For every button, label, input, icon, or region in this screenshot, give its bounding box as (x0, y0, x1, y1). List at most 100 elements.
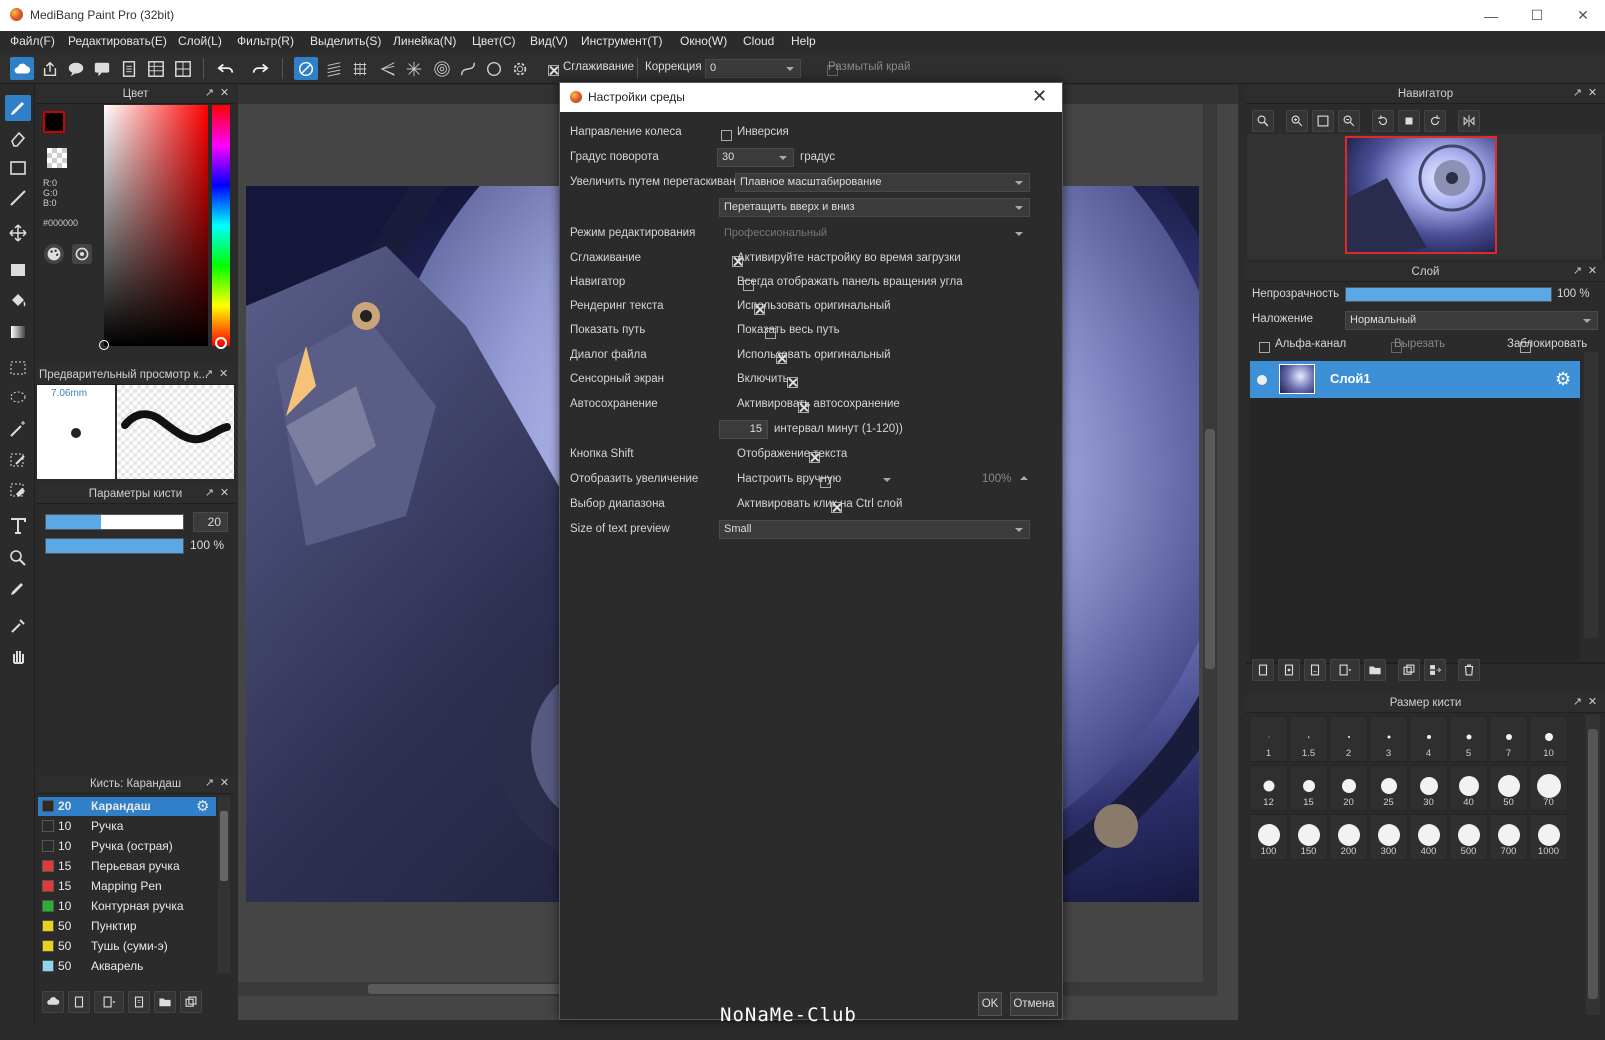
hand-tool-icon[interactable] (5, 643, 31, 669)
zoom-in-icon[interactable] (1286, 110, 1308, 132)
brush-list-scrollbar[interactable] (218, 797, 230, 973)
brush-list-item[interactable]: 50 Акварель (38, 957, 216, 976)
brush-size-cell[interactable]: 300 (1369, 814, 1408, 860)
brush-size-cell[interactable]: 3 (1369, 716, 1408, 762)
add-layer-menu-icon[interactable] (1330, 659, 1360, 681)
menu-item[interactable]: Инструмент(T) (581, 34, 663, 48)
brush-size-cell[interactable]: 5 (1449, 716, 1488, 762)
brush-tool-icon[interactable] (5, 95, 31, 121)
brush-size-cell[interactable]: 20 (1329, 765, 1368, 811)
radial-snap-icon[interactable] (402, 57, 426, 80)
parallel-snap-icon[interactable] (322, 57, 346, 80)
brush-list-item[interactable]: 10 Ручка (38, 817, 216, 836)
setting-select[interactable]: Перетащить вверх и вниз (719, 198, 1030, 217)
duplicate-layer-icon[interactable] (1398, 659, 1420, 681)
vanishing-point-icon[interactable] (376, 57, 400, 80)
layer-name[interactable]: Слой1 (1330, 371, 1371, 386)
select-pen-tool-icon[interactable] (5, 447, 31, 473)
setting-select[interactable]: Плавное масштабирование (735, 173, 1030, 192)
brush-list-item[interactable]: 10 Контурная ручка (38, 897, 216, 916)
undo-icon[interactable] (214, 57, 238, 80)
brush-size-slider[interactable] (45, 514, 184, 530)
undock-icon[interactable]: ↗ (1572, 266, 1583, 277)
brush-settings-icon[interactable] (128, 991, 150, 1013)
add-brush-menu-icon[interactable] (94, 991, 124, 1013)
close-icon[interactable]: ✕ (1587, 697, 1598, 708)
brush-size-cell[interactable]: 1000 (1529, 814, 1568, 860)
eraser-tool-icon[interactable] (5, 125, 31, 151)
correction-select[interactable]: 0 (705, 59, 801, 78)
layer-opacity-slider[interactable] (1345, 287, 1552, 302)
grid-layout-icon[interactable] (171, 57, 195, 80)
brush-size-cell[interactable]: 70 (1529, 765, 1568, 811)
lasso-tool-icon[interactable] (5, 385, 31, 411)
new-halftone-layer-icon[interactable] (1278, 659, 1300, 681)
cross-snap-icon[interactable] (348, 57, 372, 80)
curve-snap-icon[interactable] (456, 57, 480, 80)
brush-size-scrollbar[interactable] (1586, 715, 1600, 1015)
trash-icon[interactable] (1458, 659, 1480, 681)
folder-icon[interactable] (154, 991, 176, 1013)
zoom-tool-icon[interactable] (1252, 110, 1274, 132)
cancel-button[interactable]: Отмена (1010, 992, 1058, 1016)
undock-icon[interactable]: ↗ (1572, 697, 1583, 708)
undock-icon[interactable]: ↗ (204, 778, 215, 789)
brush-size-cell[interactable]: 2 (1329, 716, 1368, 762)
brush-size-cell[interactable]: 100 (1249, 814, 1288, 860)
brush-list-item[interactable]: 50 Тушь (суми-э) (38, 937, 216, 956)
chevron-up-icon[interactable] (1020, 476, 1028, 480)
brush-size-cell[interactable]: 30 (1409, 765, 1448, 811)
chevron-down-icon[interactable] (883, 478, 891, 482)
brush-size-cell[interactable]: 12 (1249, 765, 1288, 811)
rotate-left-icon[interactable] (1372, 110, 1394, 132)
cloud-icon[interactable] (10, 57, 34, 80)
new-brush-icon[interactable] (68, 991, 90, 1013)
alpha-channel-checkbox[interactable] (1259, 342, 1270, 354)
brush-list-item[interactable]: 15 Mapping Pen (38, 877, 216, 896)
hue-cursor[interactable] (215, 337, 227, 349)
brush-size-cell[interactable]: 200 (1329, 814, 1368, 860)
autosave-interval-input[interactable]: 15 (719, 420, 768, 439)
color-history-icon[interactable] (72, 244, 92, 264)
brush-size-cell[interactable]: 10 (1529, 716, 1568, 762)
brush-size-cell[interactable]: 50 (1489, 765, 1528, 811)
maximize-button[interactable]: ☐ (1514, 0, 1560, 31)
gear-icon[interactable]: ⚙ (196, 797, 209, 816)
menu-item[interactable]: Выделить(S) (310, 34, 381, 48)
brush-size-cell[interactable]: 1.5 (1289, 716, 1328, 762)
eye-icon[interactable] (1257, 375, 1267, 385)
brush-opacity-slider[interactable] (45, 538, 184, 554)
undock-icon[interactable]: ↗ (204, 88, 215, 99)
no-snap-icon[interactable] (294, 57, 318, 80)
concentric-snap-icon[interactable] (430, 57, 454, 80)
vertical-scrollbar[interactable] (1203, 104, 1217, 982)
antialias-checkbox[interactable] (548, 65, 559, 77)
gear-icon[interactable]: ⚙ (1555, 370, 1571, 388)
new-8bit-layer-icon[interactable] (1304, 659, 1326, 681)
brush-size-cell[interactable]: 7 (1489, 716, 1528, 762)
operation-tool-icon[interactable] (5, 545, 31, 571)
fill-rect-tool-icon[interactable] (5, 257, 31, 283)
menu-item[interactable]: Файл(F) (10, 34, 55, 48)
dialog-close-button[interactable]: ✕ (1032, 86, 1047, 107)
speech-bubble-icon[interactable] (64, 57, 88, 80)
brush-list-item[interactable]: 50 Пунктир (38, 917, 216, 936)
dropper-pen-tool-icon[interactable] (5, 575, 31, 601)
menu-item[interactable]: Цвет(C) (472, 34, 516, 48)
menu-item[interactable]: Линейка(N) (393, 34, 456, 48)
gradient-tool-icon[interactable] (5, 319, 31, 345)
layer-list-scrollbar[interactable] (1584, 352, 1598, 638)
ellipse-snap-icon[interactable] (482, 57, 506, 80)
ok-button[interactable]: OK (978, 992, 1002, 1016)
fit-screen-icon[interactable] (1312, 110, 1334, 132)
close-icon[interactable]: ✕ (219, 369, 230, 380)
menu-item[interactable]: Слой(L) (178, 34, 222, 48)
menu-item[interactable]: Редактировать(E) (68, 34, 167, 48)
undock-icon[interactable]: ↗ (1572, 88, 1583, 99)
cloud-brush-icon[interactable] (42, 991, 64, 1013)
eyedropper-tool-icon[interactable] (5, 613, 31, 639)
setting-select[interactable]: Small (719, 520, 1030, 539)
close-window-button[interactable]: ✕ (1560, 0, 1605, 31)
settings-icon[interactable] (508, 57, 532, 80)
palette-icon[interactable] (44, 244, 64, 264)
